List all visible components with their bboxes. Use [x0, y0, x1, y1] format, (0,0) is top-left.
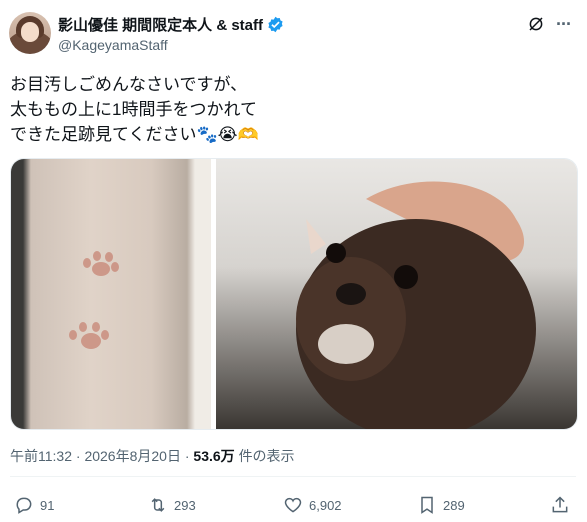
divider [10, 476, 576, 477]
reply-button[interactable]: 91 [14, 495, 54, 515]
bookmark-icon [421, 496, 433, 514]
photo-chihuahua[interactable] [216, 159, 577, 429]
grok-icon[interactable] [527, 15, 545, 33]
post-text: お目汚しごめんなさいですが、 太ももの上に1時間手をつかれて できた足跡見てくだ… [10, 72, 570, 147]
bookmark-button[interactable]: 289 [417, 495, 465, 515]
media-grid [10, 158, 578, 430]
avatar[interactable] [9, 12, 51, 54]
post-date[interactable]: 2026年8月20日 [84, 448, 181, 464]
like-count: 6,902 [309, 497, 342, 513]
view-count: 53.6万 [193, 448, 235, 464]
author-name[interactable]: 影山優佳 期間限定本人 & staff [58, 14, 263, 35]
bookmark-count: 289 [443, 497, 465, 513]
repost-icon [151, 498, 165, 512]
share-button[interactable] [550, 495, 570, 515]
view-label: 件の表示 [238, 448, 295, 464]
repost-count: 293 [174, 497, 196, 513]
like-icon [284, 497, 302, 513]
author-handle[interactable]: @KageyamaStaff [58, 37, 168, 53]
more-icon[interactable]: ··· [556, 14, 572, 35]
post-meta: 午前11:32 · 2026年8月20日 · 53.6万 件の表示 [10, 448, 295, 464]
photo-thigh-pawprints[interactable] [11, 159, 211, 429]
like-button[interactable]: 6,902 [283, 495, 342, 515]
reply-icon [16, 497, 32, 514]
reply-count: 91 [40, 497, 55, 513]
post-line: 太ももの上に1時間手をつかれて [10, 100, 257, 119]
share-icon [552, 496, 568, 513]
post-line: できた足跡見てください🐾😭🫶 [10, 125, 259, 144]
verified-icon [268, 16, 283, 33]
action-bar: 91 293 6,902 289 [10, 495, 576, 517]
post-time[interactable]: 午前11:32 [10, 448, 72, 464]
post-line: お目汚しごめんなさいですが、 [10, 75, 248, 94]
repost-button[interactable]: 293 [148, 495, 196, 515]
